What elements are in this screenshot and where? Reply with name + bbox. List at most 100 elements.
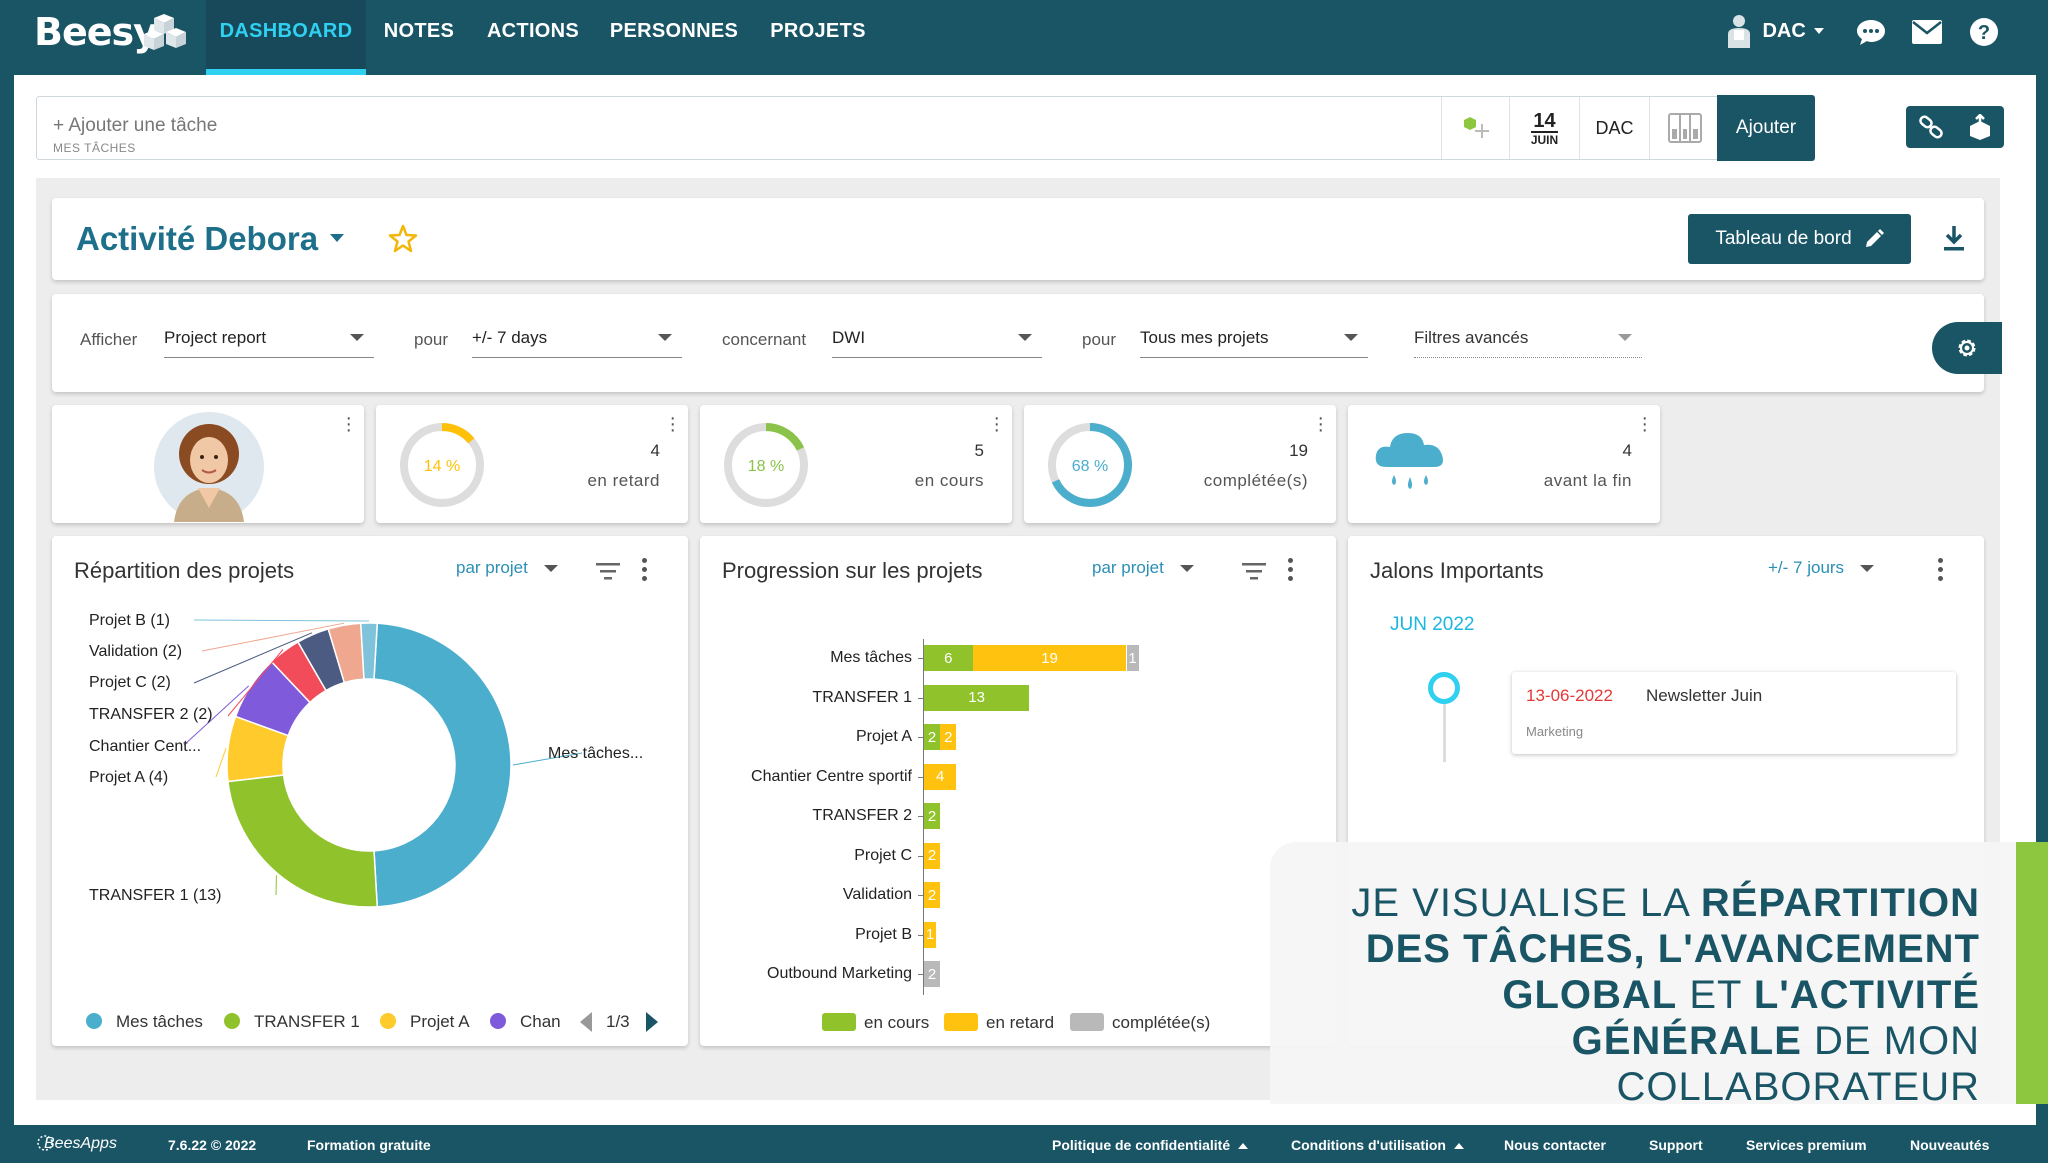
settings-button[interactable] xyxy=(1932,322,2002,374)
legend-label: Mes tâches xyxy=(116,1012,203,1031)
caption-accent-bar xyxy=(2016,842,2048,1104)
more-options-icon[interactable] xyxy=(1938,558,1944,585)
footer-news-link[interactable]: Nouveautés xyxy=(1910,1137,1989,1153)
nav-dashboard[interactable]: DASHBOARD xyxy=(206,0,366,75)
legend-projet-a[interactable]: Projet A xyxy=(380,1012,470,1032)
bar-segment[interactable]: 19 xyxy=(972,645,1127,671)
nav-projets[interactable]: PROJETS xyxy=(764,0,872,75)
pager-next-icon[interactable] xyxy=(646,1012,658,1032)
progression-legend-completees[interactable]: complétée(s) xyxy=(1070,1013,1210,1033)
bar-segment[interactable]: 2 xyxy=(924,842,941,869)
projects-select[interactable]: Tous mes projets xyxy=(1140,324,1368,358)
bar-segment[interactable]: 13 xyxy=(924,684,1030,711)
due-date-picker[interactable]: 14 JUIN xyxy=(1509,97,1579,159)
dashboard-edit-button[interactable]: Tableau de bord xyxy=(1688,214,1911,264)
more-options-icon[interactable]: · · · xyxy=(345,408,352,440)
pie-slice[interactable] xyxy=(359,622,379,680)
link-icon[interactable] xyxy=(1918,115,1944,139)
footer-privacy-link[interactable]: Politique de confidentialité xyxy=(1052,1137,1249,1153)
top-navbar: Beesy DASHBOARD NOTES ACTIONS PERSONNES … xyxy=(0,0,2048,75)
footer-brand[interactable]: BeesApps xyxy=(44,1135,117,1153)
user-menu[interactable]: DAC xyxy=(1726,14,1825,48)
beforeend-count: 4 xyxy=(1622,441,1632,460)
nav-actions[interactable]: ACTIONS xyxy=(482,0,584,75)
milestone-card[interactable]: 13-06-2022 Newsletter Juin Marketing xyxy=(1512,672,1956,754)
bar-segment[interactable]: 2 xyxy=(924,882,941,908)
kpi-avatar-card: · · · xyxy=(52,405,364,523)
bar-category-label: Mes tâches xyxy=(830,649,912,666)
bar-segment[interactable]: 1 xyxy=(1126,645,1139,671)
pie-slice[interactable] xyxy=(227,774,379,908)
more-options-icon[interactable] xyxy=(1288,558,1294,585)
pie-label-projet-a: Projet A (4) xyxy=(89,769,169,786)
filter-lines-icon[interactable] xyxy=(1242,562,1266,580)
footer-terms-link[interactable]: Conditions d'utilisation xyxy=(1291,1137,1464,1153)
progression-legend-encours[interactable]: en cours xyxy=(822,1013,929,1033)
bar-segment[interactable]: 4 xyxy=(924,763,957,790)
more-options-icon[interactable]: · · · xyxy=(993,408,1000,440)
owner-picker[interactable]: DAC xyxy=(1579,97,1649,159)
inprogress-donut: 18 % xyxy=(724,423,808,507)
project-picker[interactable] xyxy=(1441,97,1509,159)
bar-category-label: Projet B xyxy=(855,925,912,943)
late-label: en retard xyxy=(587,471,660,490)
chevron-down-icon xyxy=(1618,334,1632,341)
bar-segment[interactable]: 2 xyxy=(924,724,941,750)
export-box-icon[interactable] xyxy=(1967,114,1993,140)
legend-pager: 1/3 xyxy=(606,1012,630,1031)
more-options-icon[interactable]: · · · xyxy=(1641,408,1648,440)
footer-contact-link[interactable]: Nous contacter xyxy=(1504,1137,1606,1153)
progression-legend-enretard[interactable]: en retard xyxy=(944,1013,1054,1033)
advanced-filters-select[interactable]: Filtres avancés xyxy=(1414,324,1642,358)
bar-segment[interactable]: 2 xyxy=(940,724,957,750)
page-title: Activité Debora xyxy=(76,220,319,257)
chat-icon[interactable] xyxy=(1856,18,1886,46)
bar-segment[interactable]: 2 xyxy=(924,803,941,829)
add-task-button[interactable]: Ajouter xyxy=(1717,95,1815,161)
nav-notes[interactable]: NOTES xyxy=(376,0,462,75)
footer-premium-link[interactable]: Services premium xyxy=(1746,1137,1867,1153)
report-select[interactable]: Project report xyxy=(164,324,374,358)
bar-segment[interactable]: 6 xyxy=(924,645,973,671)
pie-slice[interactable] xyxy=(373,622,512,908)
mail-icon[interactable] xyxy=(1912,20,1942,44)
progression-selector-label: par projet xyxy=(1092,558,1164,577)
jalons-selector-label: +/- 7 jours xyxy=(1768,558,1845,577)
task-list-label: MES TÂCHES xyxy=(53,141,136,155)
donut-percent: 14 % xyxy=(424,458,460,475)
period-select[interactable]: +/- 7 days xyxy=(472,324,682,358)
due-day: 14 xyxy=(1533,109,1556,132)
add-task-bar[interactable]: + Ajouter une tâche MES TÂCHES 14 JUIN D… xyxy=(36,96,1815,160)
legend-chantier[interactable]: Chan xyxy=(490,1012,561,1032)
jalons-selector[interactable]: +/- 7 jours xyxy=(1768,558,1875,578)
footer-support-link[interactable]: Support xyxy=(1649,1137,1703,1153)
gear-icon xyxy=(1958,339,1976,357)
board-picker[interactable] xyxy=(1649,97,1719,159)
user-name: DAC xyxy=(1762,19,1806,42)
donut-percent: 18 % xyxy=(748,458,784,475)
chevron-down-icon[interactable] xyxy=(330,234,344,244)
task-input[interactable]: + Ajouter une tâche xyxy=(53,115,217,137)
chevron-down-icon xyxy=(1344,334,1358,341)
pager-prev-icon[interactable] xyxy=(580,1012,592,1032)
pie-label-mes-taches: Mes tâches... xyxy=(548,745,644,762)
progression-selector[interactable]: par projet xyxy=(1092,558,1194,578)
legend-transfer-1[interactable]: TRANSFER 1 xyxy=(224,1012,360,1032)
period-select-value: +/- 7 days xyxy=(472,328,548,347)
star-icon[interactable] xyxy=(388,224,418,254)
legend-mes-taches[interactable]: Mes tâches xyxy=(86,1012,203,1032)
footer-formation-link[interactable]: Formation gratuite xyxy=(307,1137,431,1153)
bar-segment[interactable]: 2 xyxy=(924,961,941,987)
chevron-down-icon xyxy=(1018,334,1032,341)
caret-up-icon xyxy=(1238,1143,1249,1149)
chevron-down-icon xyxy=(1179,565,1194,573)
more-options-icon[interactable]: · · · xyxy=(669,408,676,440)
bar-segment[interactable]: 1 xyxy=(924,921,936,948)
download-icon[interactable] xyxy=(1942,224,1966,252)
more-options-icon[interactable]: · · · xyxy=(1317,408,1324,440)
help-icon[interactable]: ? xyxy=(1970,18,1998,46)
person-select[interactable]: DWI xyxy=(832,324,1042,358)
nav-personnes[interactable]: PERSONNES xyxy=(604,0,744,75)
app-logo[interactable]: Beesy xyxy=(34,10,158,54)
legend-label: TRANSFER 1 xyxy=(254,1012,360,1031)
